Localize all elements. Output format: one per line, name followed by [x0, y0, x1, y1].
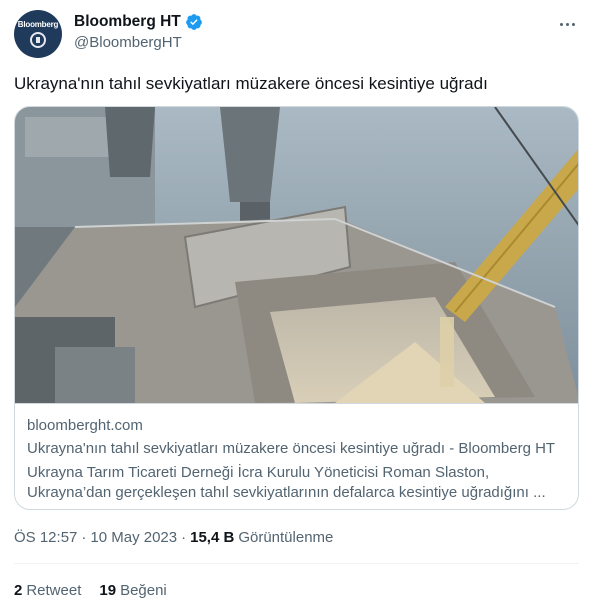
avatar-emblem-icon — [30, 32, 46, 48]
card-image[interactable] — [15, 107, 578, 404]
verified-badge-icon — [185, 14, 202, 30]
card-title: Ukrayna'nın tahıl sevkiyatları müzakere … — [27, 440, 556, 457]
tweet-meta: ÖS 12:57 · 10 May 2023 · 15,4 B Görüntül… — [14, 529, 333, 546]
views-count: 15,4 B — [190, 529, 235, 546]
likes-count: 19 — [99, 582, 117, 599]
retweets-stat[interactable]: 2 Retweet — [14, 582, 81, 599]
tweet-header: Bloomberg Bloomberg HT @BloombergHT — [14, 10, 579, 62]
card-description: Ukrayna Tarım Ticareti Derneği İcra Kuru… — [27, 464, 546, 501]
avatar-logo-text: Bloomberg — [17, 20, 59, 29]
retweets-label: Retweet — [26, 582, 82, 599]
meta-separator: · — [181, 529, 187, 546]
tweet-time[interactable]: ÖS 12:57 — [14, 529, 77, 546]
link-card[interactable]: bloomberght.com Ukrayna'nın tahıl sevkiy… — [14, 106, 579, 510]
meta-separator: · — [81, 529, 87, 546]
name-row: Bloomberg HT — [74, 13, 203, 31]
likes-label: Beğeni — [120, 582, 167, 599]
avatar[interactable]: Bloomberg — [14, 10, 62, 58]
display-name[interactable]: Bloomberg HT — [74, 13, 181, 31]
tweet-date[interactable]: 10 May 2023 — [90, 529, 177, 546]
views-label: Görüntülenme — [238, 529, 334, 546]
engagement-stats: 2 Retweet 19 Beğeni — [14, 582, 167, 599]
retweets-count: 2 — [14, 582, 23, 599]
divider — [14, 563, 579, 564]
likes-stat[interactable]: 19 Beğeni — [99, 582, 166, 599]
account-handle[interactable]: @BloombergHT — [74, 34, 182, 51]
grain-ship-photo — [15, 107, 578, 403]
tweet-text: Ukrayna'nın tahıl sevkiyatları müzakere … — [14, 74, 488, 93]
more-options-icon[interactable] — [555, 14, 579, 34]
card-domain: bloomberght.com — [27, 417, 143, 434]
card-meta: bloomberght.com Ukrayna'nın tahıl sevkiy… — [27, 417, 566, 503]
